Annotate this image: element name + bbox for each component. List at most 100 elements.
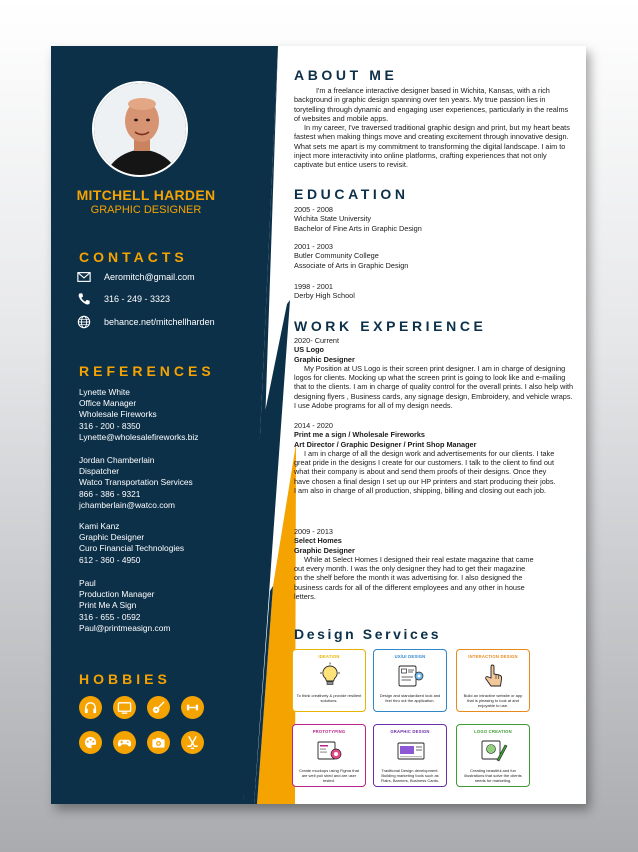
education-years: 1998 - 2001 xyxy=(294,282,333,291)
service-description: Traditional Design development. Building… xyxy=(380,768,440,784)
hobby-tv xyxy=(113,696,136,719)
contact-website[interactable]: behance.net/mitchellharden xyxy=(77,314,215,330)
reference-name: Jordan Chamberlain xyxy=(79,455,155,465)
service-card-logo-creation: LOGO CREATION Creating beautiful and fun… xyxy=(456,724,530,787)
service-title: INTERACTION DESIGN xyxy=(468,654,518,659)
phone-icon xyxy=(78,293,90,305)
reference-phone: 316 - 655 - 0592 xyxy=(79,611,141,622)
hobby-hockey xyxy=(181,731,204,754)
references-heading: REFERENCES xyxy=(79,363,215,379)
hobbies-heading: HOBBIES xyxy=(79,671,171,687)
mail-icon xyxy=(77,272,91,282)
education-school: Derby High School xyxy=(294,291,355,301)
reference-phone: 866 - 386 - 9321 xyxy=(79,488,141,499)
service-description: Creating beautiful and fun illustrations… xyxy=(464,768,522,784)
education-school: Butler Community College xyxy=(294,251,379,261)
reference-position: Dispatcher xyxy=(79,466,120,477)
portrait-illustration xyxy=(94,83,186,175)
service-description: To think creatively & provide resilient … xyxy=(296,693,362,704)
work-description: My Position at US Logo is their screen p… xyxy=(294,363,574,411)
service-card-graphic-design: GRAPHIC DESIGN Traditional Design develo… xyxy=(373,724,447,787)
education-entry: 2005 - 2008 Wichita State University Bac… xyxy=(294,205,574,233)
work-role: Art Director / Graphic Designer / Print … xyxy=(294,439,477,449)
contact-email-text: Aeromitch@gmail.com xyxy=(104,272,195,282)
work-role: Graphic Designer xyxy=(294,545,355,555)
pointer-hand-icon xyxy=(485,664,503,687)
education-entry: 1998 - 2001 Derby High School xyxy=(294,282,574,301)
education-degree: Associate of Arts in Graphic Design xyxy=(294,260,409,270)
palette-icon xyxy=(84,736,97,749)
service-card-interaction: INTERACTION DESIGN Build an intractive w… xyxy=(456,649,530,712)
reference-company: Curo Financial Technologies xyxy=(79,543,185,554)
contact-website-text: behance.net/mitchellharden xyxy=(104,317,215,327)
reference-email[interactable]: Lynette@wholesalefireworks.biz xyxy=(79,432,198,443)
service-card-ideation: IDEATION To think creatively & provide r… xyxy=(292,649,366,712)
hobby-guitar xyxy=(147,696,170,719)
service-title: LOGO CREATION xyxy=(474,729,512,734)
reference-name: Kami Kanz xyxy=(79,521,120,531)
guitar-icon xyxy=(152,701,165,714)
services-heading: Design Services xyxy=(294,626,442,642)
work-role: Graphic Designer xyxy=(294,354,355,364)
resume-page: MITCHELL HARDEN GRAPHIC DESIGNER CONTACT… xyxy=(51,46,586,804)
reference-phone: 316 - 200 - 8350 xyxy=(79,420,141,431)
education-years: 2001 - 2003 xyxy=(294,242,333,251)
contact-email[interactable]: Aeromitch@gmail.com xyxy=(77,269,195,285)
work-entry: 2009 - 2013 Select Homes Graphic Designe… xyxy=(294,527,534,601)
service-description: Create mockups using Figma that are well… xyxy=(299,768,359,784)
work-entry: 2020- Current US Logo Graphic Designer M… xyxy=(294,336,574,410)
work-years: 2009 - 2013 xyxy=(294,527,333,536)
contact-phone-text: 316 - 249 - 3323 xyxy=(104,294,171,304)
reference-item: Kami Kanz Graphic Designer Curo Financia… xyxy=(79,521,184,566)
work-heading: WORK EXPERIENCE xyxy=(294,318,487,334)
work-description: While at Select Homes I designed their r… xyxy=(294,554,534,602)
education-entry: 2001 - 2003 Butler Community College Ass… xyxy=(294,242,574,270)
camera-icon xyxy=(152,737,165,748)
globe-icon xyxy=(77,315,91,329)
reference-company: Wholesale Fireworks xyxy=(79,409,157,420)
reference-company: Watco Transportation Services xyxy=(79,477,193,488)
contact-phone[interactable]: 316 - 249 - 3323 xyxy=(77,291,170,307)
about-text: I'm a freelance interactive designer bas… xyxy=(294,86,574,170)
reference-email[interactable]: Paul@printmeasign.com xyxy=(79,623,170,634)
profile-photo xyxy=(92,81,188,177)
reference-item: Paul Production Manager Print Me A Sign … xyxy=(79,578,170,634)
reference-position: Graphic Designer xyxy=(79,532,145,543)
work-years: 2020- Current xyxy=(294,336,340,345)
contacts-heading: CONTACTS xyxy=(79,249,188,265)
reference-company: Print Me A Sign xyxy=(79,600,137,611)
about-heading: ABOUT ME xyxy=(294,67,398,83)
education-years: 2005 - 2008 xyxy=(294,205,333,214)
service-title: IDEATION xyxy=(318,654,340,659)
reference-name: Lynette White xyxy=(79,387,130,397)
reference-email[interactable]: jchamberlain@watco.com xyxy=(79,500,193,511)
service-description: Design and standardized look and feel th… xyxy=(379,693,441,704)
reference-item: Lynette White Office Manager Wholesale F… xyxy=(79,387,198,443)
work-company: Print me a sign / Wholesale Fireworks xyxy=(294,430,425,440)
logo-pen-icon xyxy=(481,740,508,762)
service-title: GRAPHIC DESIGN xyxy=(390,729,430,734)
tv-icon xyxy=(117,702,132,714)
hockey-icon xyxy=(187,736,198,750)
service-description: Build an intractive website or app that … xyxy=(463,693,523,709)
prototype-icon xyxy=(317,741,342,760)
lightbulb-icon xyxy=(320,662,340,685)
about-paragraph: In my career, I've traversed traditional… xyxy=(294,123,570,170)
wireframe-icon xyxy=(398,665,424,687)
reference-position: Production Manager xyxy=(79,589,155,600)
service-card-prototyping: PROTOTYPING Create mockups using Figma t… xyxy=(292,724,366,787)
work-entry: 2014 - 2020 Print me a sign / Wholesale … xyxy=(294,421,556,495)
reference-position: Office Manager xyxy=(79,398,137,409)
profile-name: MITCHELL HARDEN xyxy=(76,187,216,203)
reference-item: Jordan Chamberlain Dispatcher Watco Tran… xyxy=(79,455,193,511)
service-title: UX/UI DESIGN xyxy=(394,654,426,659)
work-company: US Logo xyxy=(294,345,324,355)
education-school: Wichita State University xyxy=(294,214,372,224)
reference-name: Paul xyxy=(79,578,96,588)
service-card-ux-ui: UX/UI DESIGN Design and standardized loo… xyxy=(373,649,447,712)
hobby-gaming xyxy=(113,731,136,754)
profile-title: GRAPHIC DESIGNER xyxy=(90,204,202,216)
reference-phone: 612 - 360 - 4950 xyxy=(79,554,141,565)
hobby-photography xyxy=(147,731,170,754)
hobby-headphones xyxy=(79,696,102,719)
